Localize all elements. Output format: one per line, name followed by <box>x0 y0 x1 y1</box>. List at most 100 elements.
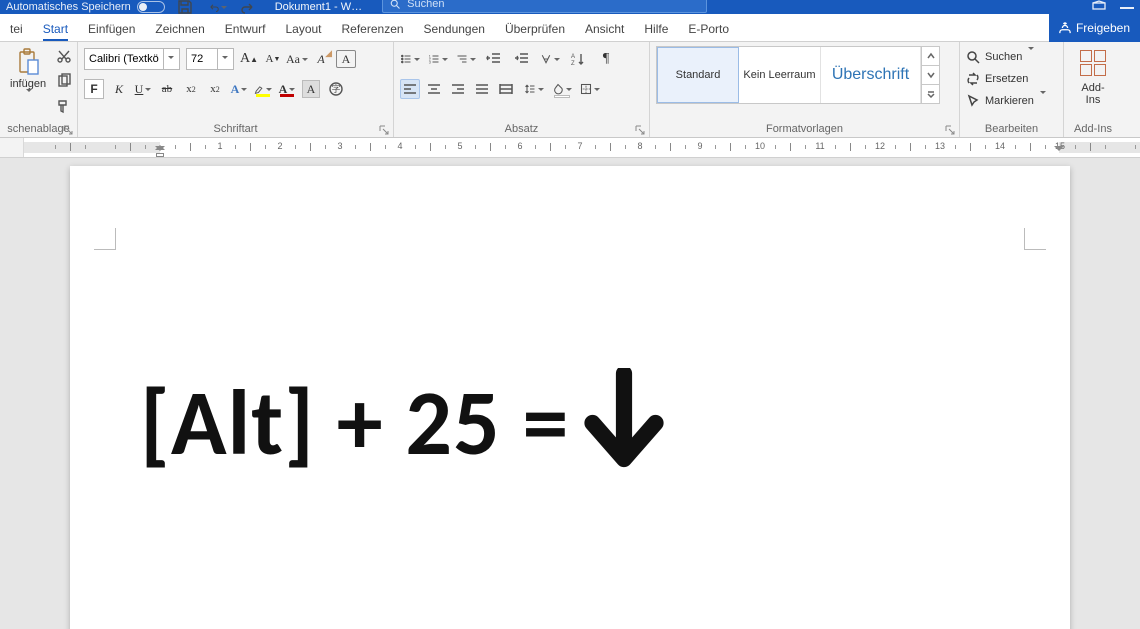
style-heading[interactable]: Überschrift <box>821 47 921 103</box>
asian-layout-icon[interactable] <box>540 49 560 69</box>
chevron-down-icon[interactable] <box>163 49 177 69</box>
addins-button[interactable]: Add- Ins <box>1076 46 1110 106</box>
chevron-down-icon[interactable] <box>1027 50 1034 64</box>
dialog-launcher-icon[interactable] <box>945 124 955 134</box>
tab-mailings[interactable]: Sendungen <box>414 16 495 41</box>
autosave-toggle[interactable]: Automatisches Speichern <box>6 1 165 13</box>
text-effects-button[interactable]: A <box>230 80 248 98</box>
scroll-down-icon[interactable] <box>922 66 939 85</box>
group-styles: Standard Kein Leerraum Überschrift Forma… <box>650 42 960 137</box>
group-label: schenablage <box>6 120 71 137</box>
tab-references[interactable]: Referenzen <box>332 16 414 41</box>
search-icon <box>966 50 980 64</box>
dialog-launcher-icon[interactable] <box>635 124 645 134</box>
style-no-spacing[interactable]: Kein Leerraum <box>739 47 821 103</box>
highlight-button[interactable] <box>254 80 272 98</box>
document-area: [Alt] + 25 = <box>0 158 1140 629</box>
tab-start[interactable]: Start <box>33 16 78 41</box>
tab-eporto[interactable]: E-Porto <box>678 16 739 41</box>
chevron-down-icon[interactable] <box>1039 94 1046 108</box>
bold-button[interactable]: F <box>84 79 104 99</box>
search-box[interactable]: Suchen <box>382 0 707 13</box>
toggle-switch-icon[interactable] <box>137 1 165 13</box>
paste-dropdown-icon[interactable] <box>25 92 32 106</box>
find-button[interactable]: Suchen <box>966 46 1034 68</box>
shrink-font-icon[interactable]: A▼ <box>264 50 282 68</box>
replace-button[interactable]: Ersetzen <box>966 68 1028 90</box>
tab-draw[interactable]: Zeichnen <box>145 16 214 41</box>
show-marks-icon[interactable]: ¶ <box>596 49 616 69</box>
svg-text:Z: Z <box>571 61 575 67</box>
copy-icon[interactable] <box>56 73 72 92</box>
scroll-up-icon[interactable] <box>922 47 939 66</box>
dialog-launcher-icon[interactable] <box>63 124 73 134</box>
font-color-button[interactable]: A <box>278 80 296 98</box>
increase-indent-icon[interactable] <box>512 49 532 69</box>
align-left-button[interactable] <box>400 79 420 99</box>
style-standard[interactable]: Standard <box>657 47 739 103</box>
sort-icon[interactable]: AZ <box>568 49 588 69</box>
horizontal-ruler[interactable]: 123456789101112131415 <box>0 138 1140 158</box>
gallery-more-icon[interactable] <box>922 85 939 103</box>
group-label: Formatvorlagen <box>656 120 953 137</box>
clear-formatting-icon[interactable]: A◢ <box>312 50 330 68</box>
gallery-scroll <box>921 47 939 103</box>
line-spacing-button[interactable] <box>524 79 544 99</box>
bullets-button[interactable] <box>400 49 420 69</box>
multilevel-list-button[interactable] <box>456 49 476 69</box>
superscript-button[interactable]: x2 <box>206 80 224 98</box>
tab-insert[interactable]: Einfügen <box>78 16 145 41</box>
font-size-input[interactable] <box>187 49 217 69</box>
decrease-indent-icon[interactable] <box>484 49 504 69</box>
underline-button[interactable]: U <box>134 80 152 98</box>
font-size-combo[interactable] <box>186 48 234 70</box>
tab-design[interactable]: Entwurf <box>215 16 276 41</box>
borders-button[interactable] <box>580 79 600 99</box>
window-controls <box>1092 1 1134 9</box>
strikethrough-button[interactable]: ab <box>158 80 176 98</box>
tab-review[interactable]: Überprüfen <box>495 16 575 41</box>
paste-button[interactable]: infügen <box>6 46 50 108</box>
ribbon: infügen schenablage <box>0 42 1140 138</box>
title-bar: Automatisches Speichern Dokument1 - W… S… <box>0 0 1140 14</box>
tab-view[interactable]: Ansicht <box>575 16 634 41</box>
margin-corner-icon <box>1024 228 1046 250</box>
svg-text:A: A <box>571 54 575 60</box>
font-name-combo[interactable] <box>84 48 180 70</box>
character-border-icon[interactable]: A <box>336 50 356 68</box>
shading-button[interactable] <box>552 79 572 99</box>
chevron-down-icon[interactable] <box>217 49 231 69</box>
dialog-launcher-icon[interactable] <box>379 124 389 134</box>
align-justify-button[interactable] <box>472 79 492 99</box>
font-name-input[interactable] <box>85 49 163 69</box>
tab-help[interactable]: Hilfe <box>634 16 678 41</box>
grow-font-icon[interactable]: A▲ <box>240 50 258 68</box>
select-button[interactable]: Markieren <box>966 90 1046 112</box>
tab-file[interactable]: tei <box>0 16 33 41</box>
group-label: Schriftart <box>84 120 387 137</box>
enclose-characters-icon[interactable]: 字 <box>326 79 346 99</box>
document-body-text[interactable]: [Alt] + 25 = <box>140 366 1030 479</box>
minimize-icon[interactable] <box>1120 7 1134 9</box>
group-clipboard: infügen schenablage <box>0 42 78 137</box>
tab-layout[interactable]: Layout <box>275 16 331 41</box>
align-right-button[interactable] <box>448 79 468 99</box>
page[interactable]: [Alt] + 25 = <box>70 166 1070 629</box>
character-shading-icon[interactable]: A <box>302 80 320 98</box>
numbering-button[interactable]: 123 <box>428 49 448 69</box>
text-run: [Alt] + 25 = <box>140 366 569 479</box>
group-editing: Suchen Ersetzen Markieren Bearbeiten <box>960 42 1064 137</box>
search-icon <box>389 0 401 10</box>
cut-icon[interactable] <box>56 48 72 67</box>
ribbon-display-icon[interactable] <box>1092 0 1106 1</box>
change-case-button[interactable]: Aa <box>288 50 306 68</box>
margin-corner-icon <box>94 228 116 250</box>
align-center-button[interactable] <box>424 79 444 99</box>
distributed-button[interactable] <box>496 79 516 99</box>
italic-button[interactable]: K <box>110 80 128 98</box>
subscript-button[interactable]: x2 <box>182 80 200 98</box>
group-font: A▲ A▼ Aa A◢ A F K U ab x2 x2 A A A 字 Sch… <box>78 42 394 137</box>
format-painter-icon[interactable] <box>56 98 72 117</box>
share-button[interactable]: Freigeben <box>1049 14 1140 42</box>
group-label: Bearbeiten <box>966 120 1057 137</box>
